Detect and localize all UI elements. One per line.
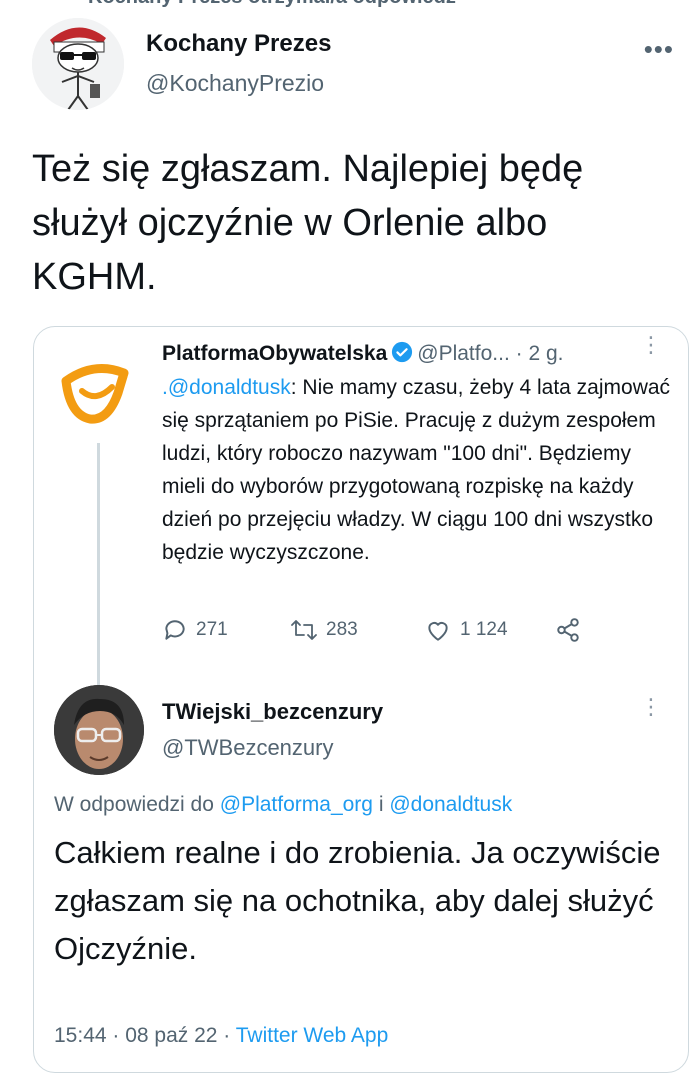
share-button[interactable] [554, 617, 582, 643]
heart-icon [428, 622, 448, 641]
reply-author-handle[interactable]: @TWBezcenzury [162, 735, 333, 761]
mention-platforma-link[interactable]: @Platforma_org [220, 793, 373, 816]
quoted-more-button[interactable]: ⋮ [640, 334, 662, 356]
source-app-link[interactable]: Twitter Web App [236, 1024, 389, 1047]
quoted-mention-link[interactable]: .@donaldtusk [162, 376, 291, 399]
more-options-button[interactable]: ••• [644, 34, 674, 65]
mention-donaldtusk-link[interactable]: @donaldtusk [389, 793, 512, 816]
retweet-count: 283 [326, 619, 358, 640]
reply-meta: 15:44 · 08 paź 22 · Twitter Web App [54, 1024, 388, 1048]
quoted-header: PlatformaObywatelska @Platfo... · 2 g. [162, 341, 564, 366]
author-handle[interactable]: @KochanyPrezio [146, 70, 324, 97]
retweet-banner: Kochany Prezes otrzymał/a odpowiedź [40, 0, 456, 9]
like-count: 1 124 [460, 619, 508, 640]
author-name[interactable]: Kochany Prezes [146, 30, 331, 58]
like-button[interactable]: 1 124 [424, 617, 508, 643]
reply-author-name[interactable]: TWiejski_bezcenzury [162, 699, 383, 725]
quoted-author-name[interactable]: PlatformaObywatelska [162, 342, 387, 365]
replying-to-and: i [372, 793, 390, 816]
reply-count: 271 [196, 619, 228, 640]
retweet-banner-text: Kochany Prezes otrzymał/a odpowiedź [88, 0, 456, 8]
verified-badge-icon [392, 341, 413, 363]
reply-more-button[interactable]: ⋮ [640, 696, 662, 718]
reply-timestamp[interactable]: 15:44 · 08 paź 22 · [54, 1024, 236, 1047]
quoted-time[interactable]: · 2 g. [516, 342, 564, 365]
platforma-logo-icon [61, 364, 129, 424]
reply-text: Całkiem realne i do zrobienia. Ja oczywi… [54, 835, 661, 966]
replying-to: W odpowiedzi do @Platforma_org i @donald… [54, 793, 512, 817]
share-icon [557, 618, 579, 642]
author-avatar[interactable] [32, 18, 124, 110]
quoted-text-body: : Nie mamy czasu, żeby 4 lata zajmować s… [162, 376, 671, 564]
replying-to-prefix: W odpowiedzi do [54, 793, 220, 816]
retweet-action-icon [291, 620, 317, 640]
reply-thread-card[interactable]: PlatformaObywatelska @Platfo... · 2 g. ⋮ … [33, 326, 689, 1073]
reply-icon [165, 620, 185, 640]
retweet-button[interactable]: 283 [290, 617, 358, 643]
person-photo-icon [54, 685, 144, 775]
platforma-logo[interactable] [52, 347, 138, 433]
retweet-icon [40, 0, 60, 3]
quoted-author-handle[interactable]: @Platfo... [417, 342, 510, 365]
cartoon-avatar-icon [32, 18, 124, 110]
thread-line [97, 443, 100, 685]
quoted-text: .@donaldtusk: Nie mamy czasu, żeby 4 lat… [162, 371, 672, 569]
tweet-text: Też się zgłaszam. Najlepiej będę służył … [32, 148, 584, 298]
reply-author-avatar[interactable] [54, 685, 144, 775]
reply-button[interactable]: 271 [162, 617, 228, 643]
